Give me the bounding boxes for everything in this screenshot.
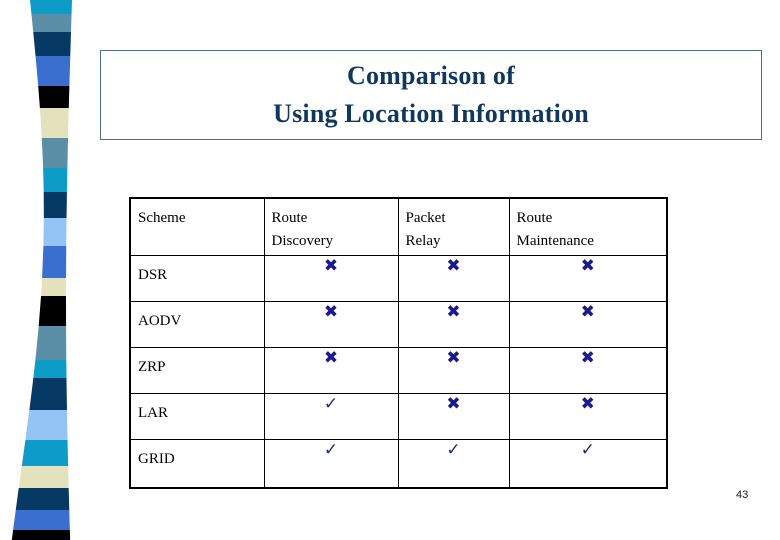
ribbon-band: [11, 530, 71, 540]
table-cell-route-maintenance: ✖: [508, 393, 668, 440]
check-icon: ✓: [446, 440, 461, 460]
cross-icon: ✖: [323, 302, 339, 322]
check-icon: ✓: [323, 440, 339, 460]
cross-icon: ✖: [323, 348, 339, 368]
column-header-packet-relay-line2: Relay: [405, 233, 441, 250]
check-icon: ✓: [580, 440, 595, 460]
column-header-route-maintenance-line2: Maintenance: [516, 233, 594, 250]
table-cell-packet-relay: ✖: [397, 255, 510, 302]
ribbon-band: [33, 360, 67, 378]
table-row: AODV ✖ ✖ ✖: [129, 301, 668, 348]
column-header-route-discovery: Route Discovery: [263, 197, 399, 256]
ribbon-band: [18, 466, 69, 488]
ribbon-band: [33, 32, 71, 56]
ribbon-band: [42, 246, 67, 278]
page-title-line-2: Using Location Information: [273, 99, 589, 128]
ribbon-band: [41, 278, 67, 296]
ribbon-band: [41, 138, 69, 168]
cross-icon: ✖: [446, 348, 461, 368]
ribbon-band: [13, 510, 70, 530]
ribbon-band: [38, 296, 67, 326]
table-cell-route-discovery: ✖: [263, 255, 399, 302]
ribbon-band: [38, 86, 70, 108]
ribbon-band: [30, 0, 72, 14]
comparison-table: Scheme Route Discovery Packet Relay Rout…: [129, 197, 668, 489]
table-row: DSR ✖ ✖ ✖: [129, 255, 668, 302]
table-row: ZRP ✖ ✖ ✖: [129, 347, 668, 394]
scheme-name: AODV: [138, 313, 182, 329]
cross-icon: ✖: [580, 348, 595, 368]
ribbon-band: [43, 192, 67, 218]
table-cell-route-discovery: ✖: [263, 347, 399, 394]
cross-icon: ✖: [580, 256, 595, 276]
table-cell-route-maintenance: ✖: [508, 301, 668, 348]
table-row: LAR ✓ ✖ ✖: [129, 393, 668, 440]
table-cell-route-discovery: ✓: [263, 393, 399, 440]
table-cell-packet-relay: ✖: [397, 347, 510, 394]
scheme-name: GRID: [138, 451, 175, 467]
scheme-name: LAR: [138, 405, 168, 421]
check-icon: ✓: [323, 394, 339, 414]
ribbon-band: [29, 378, 67, 410]
table-cell-scheme: DSR: [129, 255, 265, 302]
column-header-scheme-line1: Scheme: [138, 210, 186, 226]
ribbon-bands-svg: [11, 0, 72, 540]
column-header-route-maintenance-line1: Route: [516, 210, 553, 226]
table-cell-packet-relay: ✖: [397, 393, 510, 440]
table-cell-route-maintenance: ✖: [508, 347, 668, 394]
ribbon-band: [15, 488, 70, 510]
cross-icon: ✖: [446, 302, 461, 322]
cross-icon: ✖: [323, 256, 339, 276]
column-header-packet-relay: Packet Relay: [397, 197, 510, 256]
table-cell-scheme: LAR: [129, 393, 265, 440]
column-header-packet-relay-line1: Packet: [405, 210, 446, 226]
column-header-route-discovery-line1: Route: [271, 210, 308, 226]
ribbon-band: [25, 410, 68, 440]
ribbon-band: [35, 56, 71, 86]
table-header-row: Scheme Route Discovery Packet Relay Rout…: [129, 197, 668, 256]
table-cell-scheme: ZRP: [129, 347, 265, 394]
table-cell-route-maintenance: ✖: [508, 255, 668, 302]
slide-title-box: Comparison of Using Location Information: [100, 50, 762, 140]
scheme-name: ZRP: [138, 359, 166, 375]
ribbon-band: [39, 108, 69, 138]
page-number: 43: [736, 489, 749, 501]
table-cell-route-maintenance: ✓: [508, 439, 668, 489]
table-row: GRID ✓ ✓ ✓: [129, 439, 668, 489]
page-title-line-1: Comparison of: [347, 61, 515, 91]
ribbon-band: [35, 326, 67, 360]
ribbon-band: [21, 440, 69, 466]
table-cell-packet-relay: ✖: [397, 301, 510, 348]
cross-icon: ✖: [580, 394, 595, 414]
table-cell-scheme: GRID: [129, 439, 265, 489]
ribbon-band: [31, 14, 72, 32]
ribbon-band: [43, 218, 67, 246]
cross-icon: ✖: [580, 302, 595, 322]
column-header-route-discovery-line2: Discovery: [271, 233, 334, 250]
scheme-name: DSR: [138, 267, 168, 283]
column-header-route-maintenance: Route Maintenance: [508, 197, 668, 256]
table-cell-packet-relay: ✓: [397, 439, 510, 489]
cross-icon: ✖: [446, 256, 461, 276]
table-cell-scheme: AODV: [129, 301, 265, 348]
decorative-side-ribbon: [0, 0, 90, 540]
cross-icon: ✖: [446, 394, 461, 414]
table-cell-route-discovery: ✖: [263, 301, 399, 348]
ribbon-band: [43, 168, 68, 192]
column-header-scheme: Scheme: [129, 197, 265, 256]
table-cell-route-discovery: ✓: [263, 439, 399, 489]
